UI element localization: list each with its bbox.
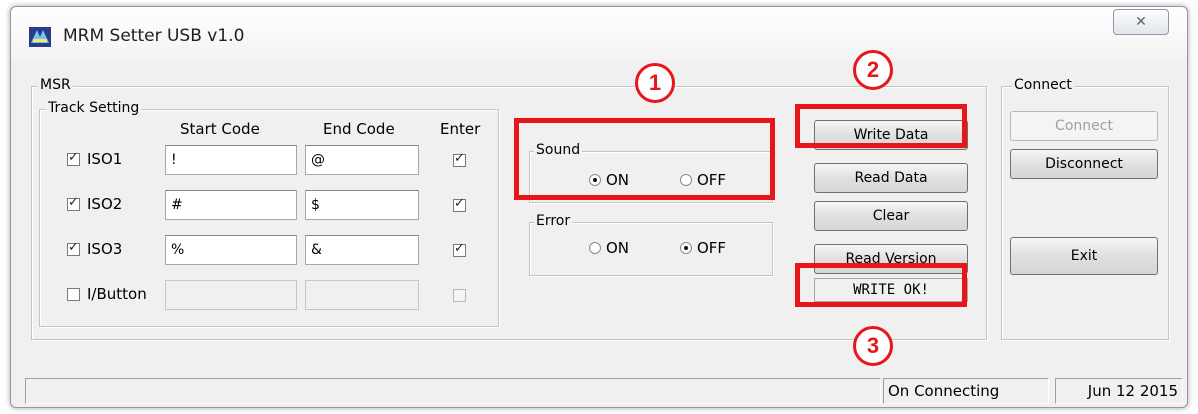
title-bar: MRM Setter USB v1.0 ✕: [11, 7, 1187, 61]
iso1-checkbox[interactable]: [67, 150, 80, 166]
iso1-enter-checkbox[interactable]: [453, 151, 466, 167]
connect-legend: Connect: [1012, 77, 1074, 93]
connection-status: On Connecting: [883, 378, 1049, 404]
status-highlight-box: [795, 263, 967, 307]
annotation-marker-2: 2: [853, 50, 893, 90]
msr-legend: MSR: [38, 77, 73, 93]
close-icon: ✕: [1135, 14, 1147, 30]
error-legend: Error: [534, 213, 573, 229]
write-data-highlight-box: [795, 104, 967, 148]
iso3-checkbox[interactable]: [67, 240, 80, 256]
iso3-end-code-field[interactable]: &: [305, 235, 419, 265]
iso1-end-code-field[interactable]: @: [305, 145, 419, 175]
iso2-checkbox[interactable]: [67, 195, 80, 211]
iso2-enter-checkbox[interactable]: [453, 196, 466, 212]
error-on-label: ON: [606, 239, 630, 257]
ibutton-enter-checkbox: [453, 289, 466, 302]
error-group: Error ON OFF: [529, 213, 773, 276]
read-data-button[interactable]: Read Data: [814, 163, 968, 193]
error-off-radio[interactable]: [680, 242, 692, 254]
end-code-header: End Code: [323, 120, 395, 138]
ibutton-end-code-field: [305, 280, 419, 310]
statusbar-blank: [25, 378, 881, 404]
app-window: MRM Setter USB v1.0 ✕ MSR Track Setting …: [10, 6, 1188, 408]
disconnect-button[interactable]: Disconnect: [1010, 149, 1158, 179]
iso3-enter-checkbox[interactable]: [453, 241, 466, 257]
clear-button[interactable]: Clear: [814, 201, 968, 231]
ibutton-start-code-field: [165, 280, 297, 310]
track-setting-group: Track Setting Start Code End Code Enter …: [39, 100, 499, 327]
enter-header: Enter: [440, 120, 481, 138]
window-title: MRM Setter USB v1.0: [63, 26, 245, 46]
iso1-start-code-field[interactable]: !: [165, 145, 297, 175]
ibutton-checkbox[interactable]: [67, 288, 80, 301]
track-setting-legend: Track Setting: [46, 100, 142, 116]
annotation-marker-1: 1: [635, 63, 675, 103]
iso3-label: ISO3: [87, 240, 123, 258]
iso2-label: ISO2: [87, 195, 123, 213]
build-date: Jun 12 2015: [1055, 378, 1183, 404]
connect-group: Connect Connect Disconnect Exit: [1001, 77, 1169, 340]
ibutton-label: I/Button: [87, 285, 147, 303]
sound-highlight-box: [514, 118, 775, 200]
connect-button: Connect: [1010, 111, 1158, 141]
iso2-end-code-field[interactable]: $: [305, 190, 419, 220]
error-off-label: OFF: [697, 239, 727, 257]
exit-button[interactable]: Exit: [1010, 237, 1158, 275]
error-on-radio[interactable]: [589, 242, 601, 254]
app-logo-icon: [29, 27, 51, 47]
iso2-start-code-field[interactable]: #: [165, 190, 297, 220]
annotation-marker-3: 3: [853, 326, 893, 366]
iso3-start-code-field[interactable]: %: [165, 235, 297, 265]
iso1-label: ISO1: [87, 150, 123, 168]
close-button[interactable]: ✕: [1113, 9, 1169, 35]
start-code-header: Start Code: [180, 120, 260, 138]
